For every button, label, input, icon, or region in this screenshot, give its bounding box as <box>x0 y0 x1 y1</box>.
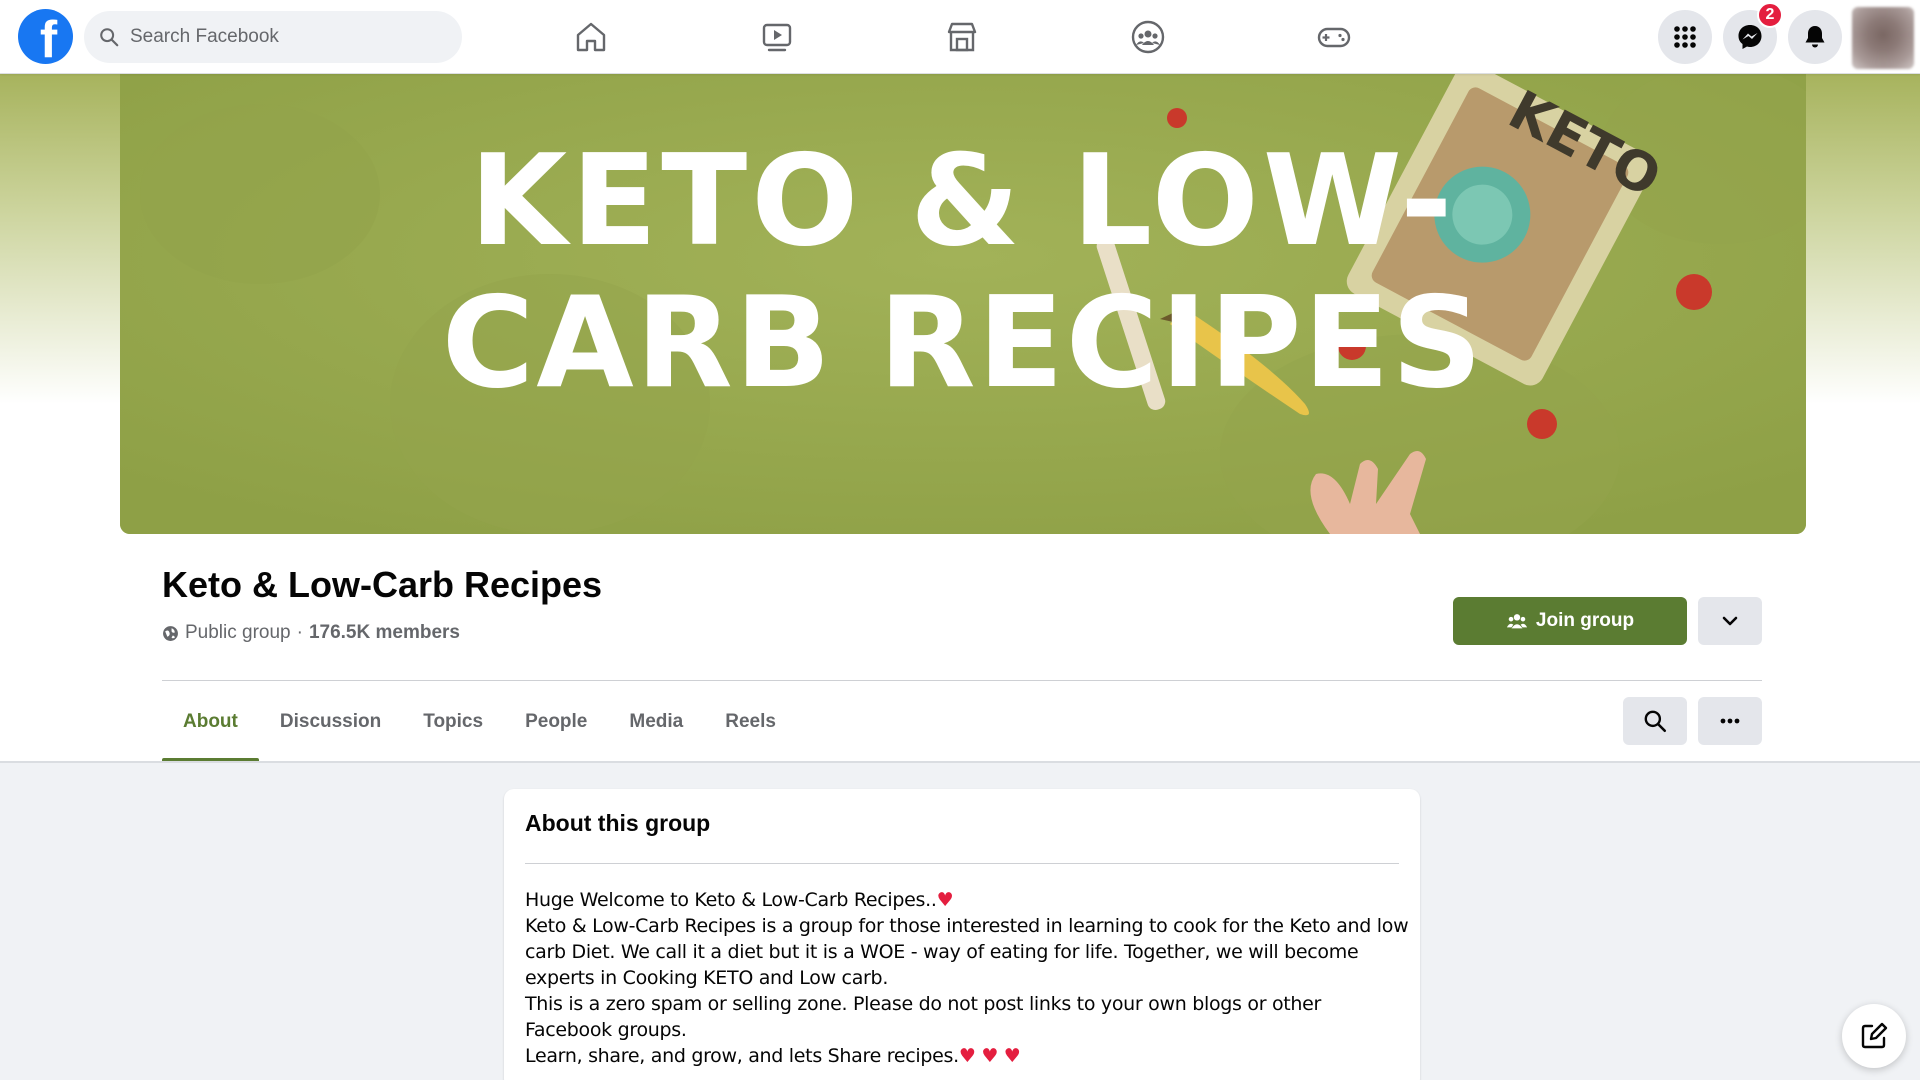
nav-tab-groups[interactable] <box>1088 12 1208 62</box>
globe-icon <box>163 625 178 641</box>
account-avatar[interactable] <box>1852 7 1914 69</box>
group-meta: Public group · 176.5K members <box>162 622 460 644</box>
marketplace-icon <box>947 22 977 52</box>
header-bottom-border <box>0 761 1920 763</box>
group-more-button[interactable] <box>1698 697 1762 745</box>
cover-title-line-1: KETO & LOW- <box>470 127 1457 274</box>
join-group-button[interactable]: Join group <box>1453 597 1687 645</box>
chevron-down-icon <box>1722 616 1738 626</box>
messenger-icon <box>1738 25 1762 49</box>
facebook-logo[interactable]: f <box>18 9 73 64</box>
about-card-title: About this group <box>525 810 711 836</box>
about-paragraph: Huge Welcome to Keto & Low-Carb Recipes.… <box>525 889 954 911</box>
notifications-icon <box>1805 26 1825 48</box>
gaming-icon <box>1317 27 1351 48</box>
search-input[interactable] <box>130 26 430 48</box>
group-privacy[interactable]: Public group <box>185 622 291 644</box>
nav-tab-home[interactable] <box>531 12 651 62</box>
tab-topics[interactable]: Topics <box>402 681 504 762</box>
top-navigation-bar: f 2 <box>0 0 1920 74</box>
cover-illustration: KETO KETO & LOW- CARB RECIPES <box>120 74 1806 534</box>
heart-icon: ♥ <box>936 889 954 911</box>
nav-tab-marketplace[interactable] <box>902 12 1022 62</box>
group-members-count[interactable]: 176.5K members <box>309 622 460 644</box>
cover-title-line-2: CARB RECIPES <box>442 269 1485 416</box>
about-card-divider <box>525 863 1399 864</box>
group-search-button[interactable] <box>1623 697 1687 745</box>
new-message-button[interactable] <box>1842 1004 1906 1068</box>
tab-reels[interactable]: Reels <box>704 681 797 762</box>
nav-tab-gaming[interactable] <box>1274 12 1394 62</box>
menu-grid-icon <box>1674 26 1696 48</box>
search-bar[interactable] <box>84 11 462 63</box>
messenger-button[interactable]: 2 <box>1723 2 1783 64</box>
facebook-logo-letter: f <box>39 11 58 64</box>
compose-icon <box>1861 1022 1888 1049</box>
search-icon <box>100 28 119 47</box>
tab-about[interactable]: About <box>162 681 259 762</box>
nav-tab-watch[interactable] <box>717 12 837 62</box>
more-horizontal-icon <box>1720 718 1740 724</box>
about-paragraph: Keto & Low-Carb Recipes is a group for t… <box>525 915 1409 989</box>
about-description: Huge Welcome to Keto & Low-Carb Recipes.… <box>525 887 1410 1069</box>
groups-icon <box>1131 20 1165 54</box>
join-group-label: Join group <box>1535 610 1635 631</box>
tab-media[interactable]: Media <box>608 681 704 762</box>
tab-people[interactable]: People <box>504 681 608 762</box>
tab-discussion[interactable]: Discussion <box>259 681 402 762</box>
notifications-button[interactable] <box>1788 10 1842 64</box>
heart-icon: ♥ <box>1003 1045 1021 1067</box>
about-paragraph: Learn, share, and grow, and lets Share r… <box>525 1045 1021 1067</box>
heart-icon: ♥ <box>981 1045 999 1067</box>
meta-separator: · <box>296 622 303 643</box>
more-options-dropdown-button[interactable] <box>1698 597 1762 645</box>
search-icon <box>1644 710 1667 733</box>
menu-button[interactable] <box>1658 10 1712 64</box>
watch-icon <box>762 23 792 52</box>
group-tabs: About Discussion Topics People Media Ree… <box>162 681 797 762</box>
messenger-badge: 2 <box>1757 2 1783 28</box>
group-name: Keto & Low-Carb Recipes <box>162 564 603 605</box>
join-group-icon <box>1506 614 1528 629</box>
heart-icon: ♥ <box>958 1045 976 1067</box>
about-card: About this group Huge Welcome to Keto & … <box>504 789 1420 1080</box>
cover-photo[interactable]: KETO KETO & LOW- CARB RECIPES <box>120 74 1806 534</box>
about-paragraph: This is a zero spam or selling zone. Ple… <box>525 993 1322 1041</box>
home-icon <box>576 22 606 52</box>
